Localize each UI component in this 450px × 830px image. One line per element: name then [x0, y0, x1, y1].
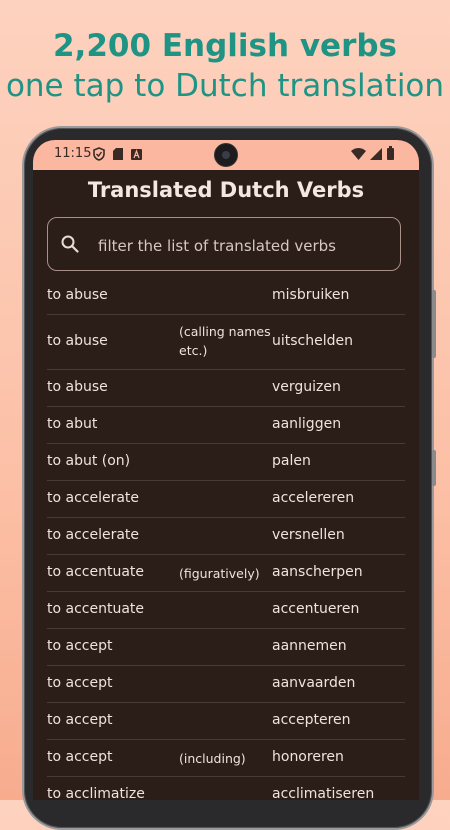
english-verb: to abut: [47, 416, 98, 432]
font-icon: [131, 149, 142, 160]
dutch-translation: accelereren: [272, 490, 355, 506]
english-verb: to acclimatize: [47, 786, 145, 800]
app-screen: 11:15 Translated Dutch Verbs filter the …: [33, 140, 419, 800]
dutch-translation: verguizen: [272, 379, 341, 395]
shield-icon: [93, 147, 105, 161]
dutch-translation: aanscherpen: [272, 564, 363, 580]
verb-row[interactable]: to acclimatize acclimatiseren: [47, 777, 405, 800]
english-verb: to accept: [47, 638, 113, 654]
front-camera: [214, 143, 238, 167]
usage-note: (figuratively): [179, 566, 260, 581]
english-verb: to accelerate: [47, 490, 140, 506]
dutch-translation: aannemen: [272, 638, 347, 654]
dutch-translation: honoreren: [272, 749, 344, 765]
dutch-translation: accentueren: [272, 601, 360, 617]
verb-list[interactable]: to abuse misbruiken to abuse (calling names…: [47, 278, 405, 800]
english-verb: to abut (on): [47, 453, 131, 469]
sd-card-icon: [113, 148, 123, 160]
english-verb: to abuse: [47, 379, 108, 395]
search-input[interactable]: [96, 234, 390, 258]
verb-row[interactable]: to accentuate accentueren: [47, 592, 405, 629]
usage-note: (calling names etc.): [179, 324, 271, 358]
promo-subheadline: one tap to Dutch translation: [5, 68, 445, 104]
english-verb: to accentuate: [47, 564, 145, 580]
search-box[interactable]: [47, 217, 401, 271]
dutch-translation: accepteren: [272, 712, 351, 728]
english-verb: to accept: [47, 749, 113, 765]
wifi-icon: [351, 148, 366, 160]
dutch-translation: palen: [272, 453, 311, 469]
status-time: 11:15: [54, 146, 92, 161]
promo-headline: 2,200 English verbs: [52, 28, 397, 64]
verb-row[interactable]: to abuse verguizen: [47, 370, 405, 407]
dutch-translation: acclimatiseren: [272, 786, 375, 800]
usage-note: (including): [179, 751, 246, 766]
status-bar: 11:15: [33, 140, 419, 170]
dutch-translation: misbruiken: [272, 287, 350, 303]
english-verb: to accept: [47, 675, 113, 691]
verb-row[interactable]: to accelerate accelereren: [47, 481, 405, 518]
verb-row[interactable]: to accelerate versnellen: [47, 518, 405, 555]
dutch-translation: uitschelden: [272, 333, 353, 349]
signal-icon: [370, 148, 382, 160]
verb-row[interactable]: to accept accepteren: [47, 703, 405, 740]
verb-row[interactable]: to accept aannemen: [47, 629, 405, 666]
verb-row[interactable]: to accept (including) honoreren: [47, 740, 405, 777]
verb-row[interactable]: to accentuate (figuratively) aanscherpen: [47, 555, 405, 592]
verb-row[interactable]: to accept aanvaarden: [47, 666, 405, 703]
battery-icon: [387, 146, 394, 160]
english-verb: to accentuate: [47, 601, 145, 617]
dutch-translation: aanliggen: [272, 416, 342, 432]
power-button: [432, 450, 436, 486]
search-icon: [61, 235, 79, 253]
verb-row[interactable]: to abuse (calling names etc.) uitschelden: [47, 315, 405, 370]
verb-row[interactable]: to abut aanliggen: [47, 407, 405, 444]
dutch-translation: versnellen: [272, 527, 345, 543]
english-verb: to abuse: [47, 287, 108, 303]
english-verb: to accelerate: [47, 527, 140, 543]
dutch-translation: aanvaarden: [272, 675, 356, 691]
verb-row[interactable]: to abut (on) palen: [47, 444, 405, 481]
english-verb: to abuse: [47, 333, 108, 349]
verb-row[interactable]: to abuse misbruiken: [47, 278, 405, 315]
page-title: Translated Dutch Verbs: [87, 178, 365, 202]
english-verb: to accept: [47, 712, 113, 728]
volume-button: [432, 290, 436, 358]
